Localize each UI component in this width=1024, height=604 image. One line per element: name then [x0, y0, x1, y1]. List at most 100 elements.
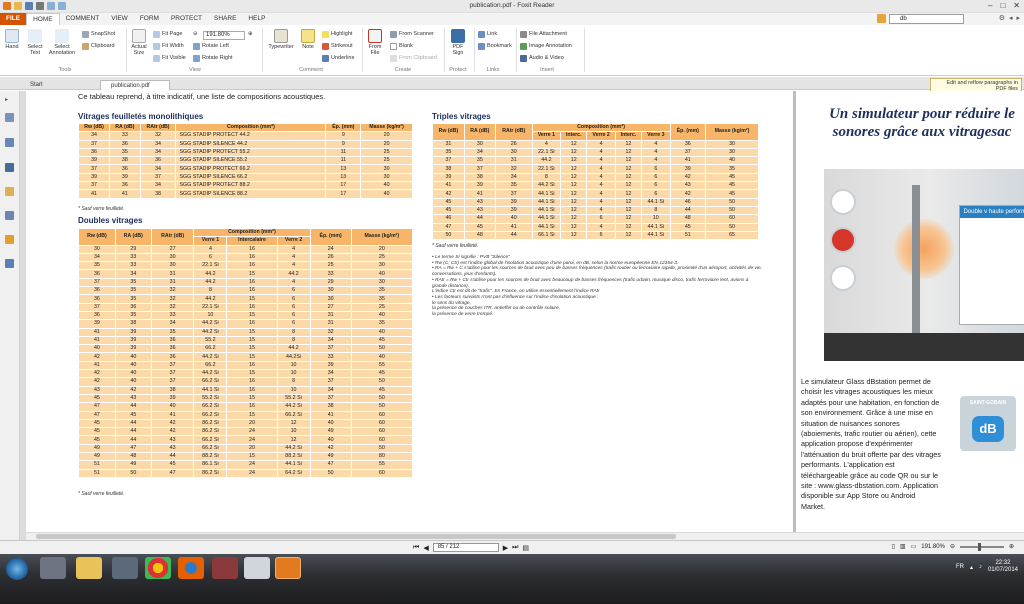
audio-video-button[interactable]: Audio & Video [520, 54, 564, 62]
highlight-button[interactable]: Highlight [322, 30, 352, 38]
close-icon[interactable]: ✕ [1013, 1, 1020, 10]
table-cell: 24 [226, 460, 278, 470]
table-cell: 86.2 Si [193, 427, 228, 437]
tab-form[interactable]: FORM [134, 13, 165, 25]
start-button[interactable] [6, 558, 28, 580]
taskbar-app-7-icon[interactable] [244, 557, 270, 579]
find-icon[interactable] [877, 14, 886, 23]
pdf-sign-button[interactable]: PDF Sign [448, 29, 468, 56]
hand-button[interactable]: Hand [3, 29, 21, 50]
note-button[interactable]: Note [300, 29, 316, 50]
next-page-icon[interactable]: ▶ [503, 544, 508, 552]
last-page-icon[interactable]: ⏭ [512, 544, 518, 552]
table-cell: 16 [226, 261, 278, 271]
from-clipboard-button[interactable]: From Clipboard [390, 54, 437, 62]
chrome-icon[interactable] [145, 557, 171, 579]
tab-view[interactable]: VIEW [105, 13, 134, 25]
zoom-out-icon[interactable]: ⊖ [193, 30, 198, 38]
file-explorer-icon[interactable] [76, 557, 102, 579]
rotate-left-button[interactable]: Rotate Left [193, 42, 229, 50]
tab-protect[interactable]: PROTECT [165, 13, 208, 25]
tab-home[interactable]: HOME [26, 13, 60, 25]
zoom-in-icon[interactable]: ⊕ [1009, 543, 1014, 550]
zoom-slider[interactable] [959, 542, 1004, 551]
select-text-button[interactable]: Select Text [25, 29, 45, 56]
clipboard-button[interactable]: Clipboard [82, 42, 115, 50]
fit-width-button[interactable]: Fit Width [153, 42, 184, 50]
document-view[interactable]: Ce tableau reprend, à titre indicatif, u… [26, 91, 1024, 532]
search-options-icon[interactable]: ⚙ [999, 14, 1005, 22]
continuous-icon[interactable]: ▥ [900, 543, 906, 550]
maximize-icon[interactable]: □ [1000, 1, 1005, 10]
snapshot-button[interactable]: SnapShot [82, 30, 115, 38]
fit-visible-button[interactable]: Fit Visible [153, 54, 186, 62]
underline-button[interactable]: Underline [322, 54, 355, 62]
network-icon[interactable]: ▴ [970, 564, 973, 571]
zoom-out-icon[interactable]: ⊖ [950, 543, 955, 550]
tab-publication[interactable]: publication.pdf [100, 80, 170, 90]
fit-page-button[interactable]: Fit Page [153, 30, 182, 38]
prev-page-icon[interactable]: ◀ [423, 544, 428, 552]
bookmark-button[interactable]: Bookmark [478, 42, 512, 50]
table-cell: 12 [614, 156, 643, 166]
security-icon[interactable] [5, 235, 14, 244]
taskbar-app-1-icon[interactable] [40, 557, 66, 579]
table-cell: 50 [350, 443, 414, 454]
page-number-input[interactable]: 85 / 212 [432, 543, 499, 552]
layers-icon[interactable] [5, 163, 14, 172]
table-cell: 38 [309, 402, 352, 412]
clock[interactable]: 22:32 01/07/2014 [988, 560, 1018, 574]
zoom-slider-handle[interactable] [977, 542, 981, 551]
image-annotation-button[interactable]: Image Annotation [520, 42, 572, 50]
taskbar-app-6-icon[interactable] [212, 557, 238, 579]
prev-result-icon[interactable]: ◂ [1009, 14, 1013, 22]
single-page-icon[interactable]: ▯ [892, 543, 895, 550]
table-cell: 22.1 Si [193, 261, 228, 271]
tab-help[interactable]: HELP [242, 13, 271, 25]
foxit-taskbar-icon[interactable] [275, 557, 301, 579]
tab-share[interactable]: SHARE [208, 13, 242, 25]
tab-file[interactable]: FILE [0, 13, 27, 25]
first-page-icon[interactable]: ⏮ [413, 544, 419, 552]
file-attachment-button[interactable]: File Attachment [520, 30, 567, 38]
zoom-input[interactable]: 191.80% [203, 31, 245, 40]
signatures-icon[interactable] [5, 259, 14, 268]
link-button[interactable]: Link [478, 30, 497, 38]
table-cell: 15 [226, 269, 278, 279]
table-row: 51 49 45 86.1 Si 24 44.1 Si 47 55 [78, 460, 414, 470]
scrollbar-thumb[interactable] [36, 534, 676, 539]
tab-comment[interactable]: COMMENT [60, 13, 106, 25]
table-cell: 30 [360, 164, 413, 174]
actual-size-button[interactable]: Actual Size [130, 29, 148, 56]
table-cell: 16 [226, 360, 278, 371]
reflow-tip[interactable]: Edit and reflow paragraphs in PDF files [930, 78, 1022, 92]
strikeout-button[interactable]: Strikeout [322, 42, 353, 50]
select-annotation-button[interactable]: Select Annotation [47, 29, 77, 56]
table-cell: 49 [309, 427, 352, 437]
search-input[interactable]: db [889, 14, 964, 24]
table-cell: 12 [560, 222, 588, 232]
blank-button[interactable]: Blank [390, 42, 413, 50]
attachments-icon[interactable] [5, 211, 14, 220]
rotate-right-button[interactable]: Rotate Right [193, 54, 233, 62]
facing-icon[interactable]: ▭ [911, 543, 917, 550]
volume-icon[interactable]: ♪ [979, 564, 982, 570]
table-cell: 16 [226, 277, 278, 288]
from-file-button[interactable]: From File [366, 29, 384, 56]
page-view-icon[interactable]: ▤ [522, 544, 529, 552]
zoom-in-icon[interactable]: ⊕ [248, 30, 253, 38]
pages-icon[interactable] [5, 138, 14, 147]
language-indicator[interactable]: FR [956, 564, 964, 570]
from-scanner-button[interactable]: From Scanner [390, 30, 434, 38]
comments-icon[interactable] [5, 187, 14, 196]
next-result-icon[interactable]: ▸ [1016, 14, 1020, 22]
table-cell: 26 [494, 139, 533, 149]
taskbar-app-3-icon[interactable] [112, 557, 138, 579]
typewriter-button[interactable]: Typewriter [266, 29, 296, 50]
firefox-icon[interactable] [178, 557, 204, 579]
expand-arrow-icon[interactable]: ▸ [5, 96, 14, 105]
tab-start[interactable]: Start [20, 80, 90, 90]
minimize-icon[interactable]: – [988, 1, 992, 10]
bookmarks-icon[interactable] [5, 113, 14, 122]
horizontal-scrollbar[interactable] [26, 532, 1024, 540]
